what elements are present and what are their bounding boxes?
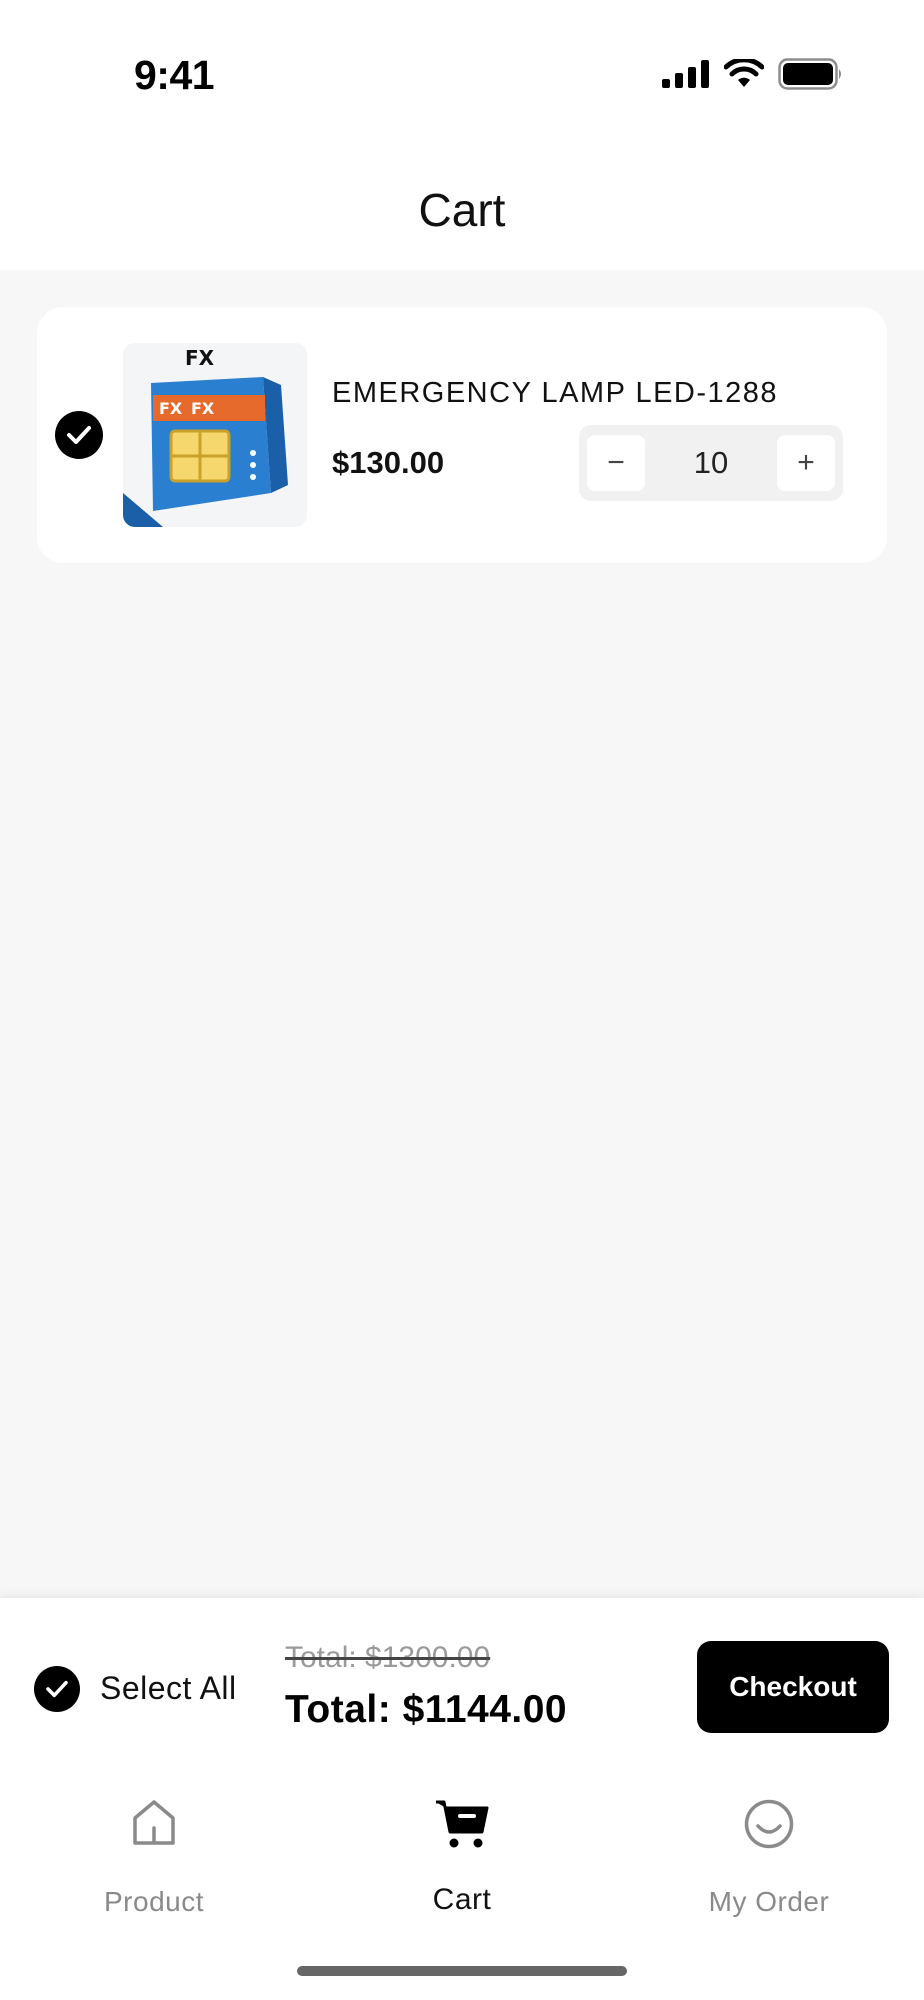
checkmark-icon [67,426,91,444]
item-select-checkbox[interactable] [55,411,103,459]
select-all-label[interactable]: Select All [100,1670,237,1707]
quantity-value[interactable]: 10 [645,425,777,501]
svg-text:FX: FX [159,399,183,418]
final-total: Total: $1144.00 [285,1688,568,1731]
checkout-button[interactable]: Checkout [697,1641,889,1733]
header: Cart [0,150,924,270]
smiley-icon [744,1799,794,1849]
status-time: 9:41 [134,52,215,98]
cart-item-card: FX FX FX EMERGENCY LAMP LED-1288 $130.00… [37,307,887,563]
cart-icon [436,1800,489,1848]
product-image[interactable]: FX FX FX [123,343,307,527]
tab-my-order[interactable]: My Order [669,1776,869,1917]
quantity-stepper: − 10 + [579,425,843,501]
tab-cart-label: Cart [432,1883,492,1916]
checkout-bar: Select All Total: $1300.00 Total: $1144.… [0,1598,924,1776]
product-box-image: FX FX FX [123,343,307,527]
cellular-signal-icon [662,60,709,88]
select-all-checkbox[interactable] [34,1666,80,1712]
battery-icon [778,58,841,90]
status-icons [662,58,844,90]
original-total: Total: $1300.00 [285,1641,491,1674]
svg-text:FX: FX [191,399,215,418]
status-bar: 9:41 [0,0,924,150]
tab-cart[interactable]: Cart [362,1776,562,1916]
tab-product-label: Product [104,1886,204,1917]
product-price: $130.00 [332,445,445,480]
checkmark-icon [46,1680,68,1698]
svg-text:FX: FX [185,346,215,370]
tab-bar: Product Cart My Order [0,1776,924,2000]
page-title: Cart [418,184,506,236]
wifi-icon [724,59,764,87]
tab-product[interactable]: Product [54,1776,254,1917]
home-indicator [297,1966,627,1976]
tab-my-order-label: My Order [708,1886,830,1917]
increase-quantity-button[interactable]: + [777,435,835,491]
decrease-quantity-button[interactable]: − [587,435,645,491]
home-icon [133,1800,175,1845]
product-name[interactable]: EMERGENCY LAMP LED-1288 [332,377,778,410]
